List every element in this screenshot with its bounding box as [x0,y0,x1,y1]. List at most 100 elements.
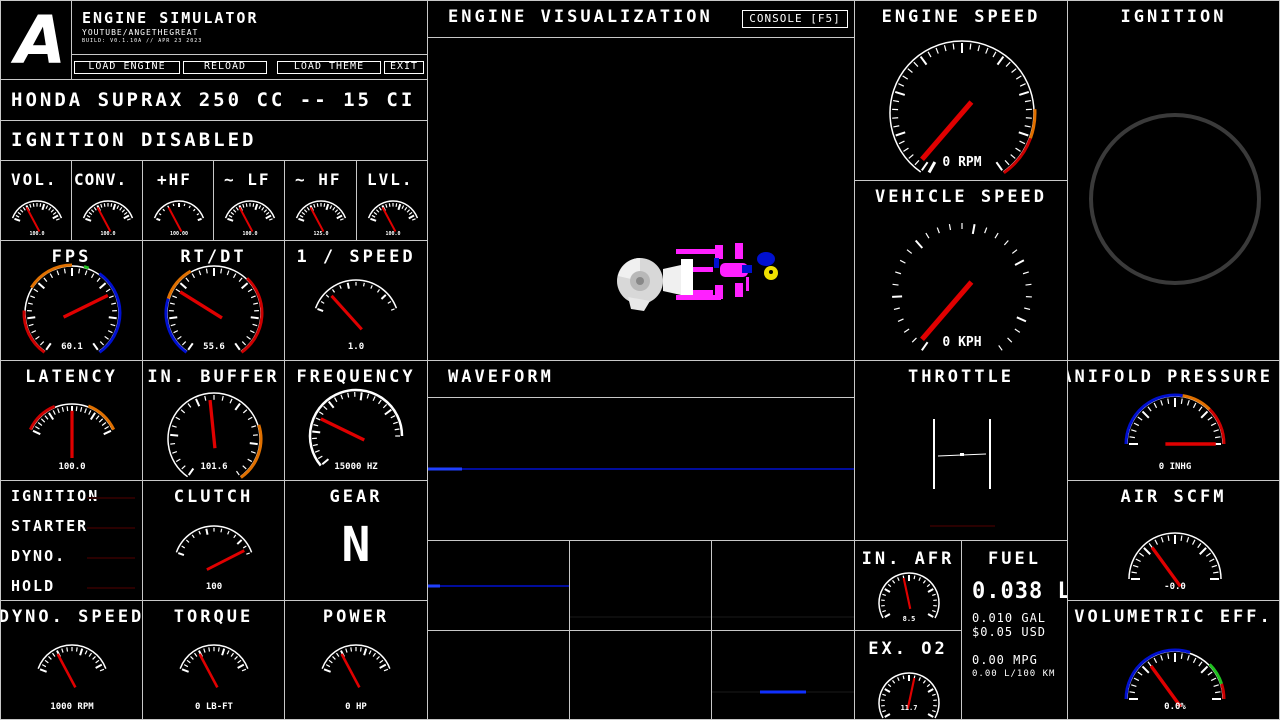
vehicle-speed-gauge-tick [1014,328,1021,333]
fps-gauge-tick [27,316,36,320]
vehicle-speed-gauge-needle [920,280,974,342]
conv-gauge-readout: 100.0 [100,231,115,237]
air-scfm-panel: AIR SCFM -0.0 [1067,480,1280,601]
fps-gauge-tick [107,330,113,334]
reload-button[interactable]: RELOAD [183,61,267,74]
fps-gauge-tick [104,335,109,340]
volumetric-gauge-tick [1198,661,1203,667]
lf-gauge-tick [265,214,272,220]
vehicle-speed-gauge-tick [892,283,899,286]
in-afr-title: IN. AFR [861,549,955,569]
power-title: POWER [322,607,390,627]
rtdt-gauge-tick [185,277,190,282]
rtdt-gauge-tick [246,335,251,340]
load-engine-button[interactable]: LOAD ENGINE [74,61,180,74]
engine-speed-gauge-tick [921,161,929,171]
vehicle-speed-gauge-tick [971,223,976,235]
scope-2-trace [570,616,711,618]
engine-speed-gauge-tick [913,61,919,67]
inverse-speed-gauge-tick [362,282,365,287]
power-gauge-tick [345,648,348,653]
inverse-speed-gauge-tick [331,289,336,293]
volumetric-gauge-tick [1160,655,1164,661]
scope-panel-6 [711,630,855,720]
air-scfm-title: AIR SCFM [1120,487,1227,507]
in-buffer-gauge-tick [235,470,240,476]
engine-visualization-panel: ENGINE VISUALIZATION CONSOLE [F5] [427,0,855,361]
level-gauge-needle [381,207,397,233]
inverse-speed-gauge-tick [390,308,395,311]
air-scfm-gauge-tick [1209,558,1215,563]
latency-gauge-tick [61,406,64,412]
volume-gauge-tick [39,203,42,207]
fps-gauge-tick [30,295,36,299]
level-gauge-tick [406,209,411,213]
ex-o2-gauge-tick [884,713,891,718]
torque-gauge-tick [237,663,245,669]
clutch-gauge-needle [206,549,245,571]
engine-speed-gauge-tick [908,154,914,159]
fps-gauge-tick [27,302,33,305]
torque-gauge-tick [237,659,242,664]
rtdt-gauge-tick [253,302,259,305]
rtdt-gauge-tick [241,341,247,346]
frequency-gauge-tick [315,417,321,421]
volumetric-gauge-tick [1133,677,1140,682]
hf-gain-gauge-tick [158,213,162,216]
in-afr-gauge-tick [882,609,886,613]
inverse-speed-gauge-tick [380,294,387,300]
engine-speed-gauge-tick [1019,140,1026,145]
volume-gauge-tick [41,203,46,211]
level-title: LVL. [367,170,414,189]
in-buffer-gauge-tick [171,425,177,428]
air-scfm-gauge-needle [1150,546,1182,588]
frequency-gauge-tick [317,455,323,460]
frequency-gauge-tick [312,430,321,434]
power-gauge-needle [340,653,361,688]
rtdt-panel: RT/DT 55.6 [142,240,285,361]
in-afr-gauge-tick [922,579,926,584]
clutch-gauge-tick [177,552,185,556]
rtdt-gauge-tick [252,323,258,327]
conv-gauge-panel: CONV. 100.0 [71,160,143,241]
air-scfm-gauge-tick [1180,535,1183,541]
fps-gauge-tick [45,342,52,351]
torque-gauge-tick [186,659,191,664]
air-scfm-gauge-tick [1211,564,1218,568]
throttle-indicator [930,419,995,527]
clutch-gauge-tick [191,534,195,539]
level-gauge-tick [373,211,378,216]
load-theme-button[interactable]: LOAD THEME [277,61,381,74]
hf-gauge-tick [323,203,326,207]
volume-gauge-tick [17,211,22,216]
inverse-speed-title: 1 / SPEED [296,247,416,267]
air-scfm-gauge-tick [1131,571,1137,574]
fps-gauge-tick [99,341,105,346]
clutch-title: CLUTCH [173,487,254,507]
lf-gauge-tick [228,214,233,218]
dyno-speed-gauge-tick [99,668,105,672]
dyno-speed-gauge-tick [39,668,47,673]
conv-gauge-tick [93,206,97,211]
fuel-title: FUEL [988,549,1041,569]
volumetric-gauge-tick [1147,661,1152,667]
dyno-speed-gauge-needle [56,653,77,688]
in-buffer-gauge-range-orange [240,424,263,479]
lf-gauge-panel: ~ LF 100.0 [213,160,285,241]
power-gauge-tick [363,648,368,656]
conv-gauge-tick [119,206,123,211]
engine-speed-panel: ENGINE SPEED 0 RPM [854,0,1068,181]
volumetric-gauge-tick [1210,677,1217,682]
fps-panel: FPS 60.1 [0,240,143,361]
starter-indicator-label: STARTER [11,517,89,535]
fps-gauge-tick [78,268,81,274]
power-gauge-tick [372,652,376,657]
rtdt-gauge-tick [181,341,187,346]
latency-gauge-tick [48,412,55,421]
engine-speed-gauge-tick [1019,83,1026,87]
power-panel: POWER 0 HP [284,600,428,720]
lf-gauge-tick [258,205,262,209]
exit-button[interactable]: EXIT [384,61,424,74]
power-gauge-tick [368,650,372,655]
vehicle-speed-title: VEHICLE SPEED [874,187,1048,207]
